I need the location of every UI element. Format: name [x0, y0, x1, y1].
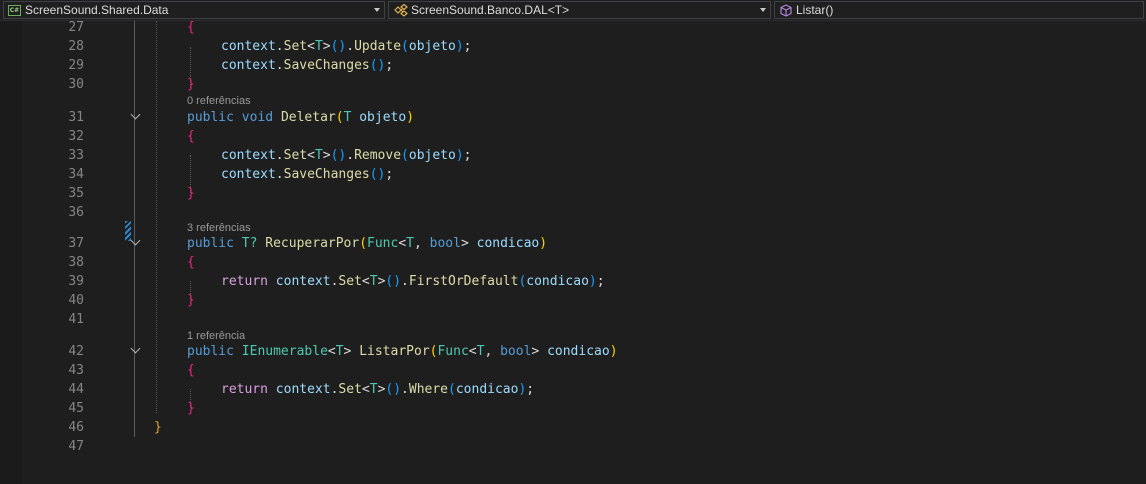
line-number: 44	[68, 382, 84, 397]
line-number: 28	[68, 39, 84, 54]
line-number: 43	[68, 363, 84, 378]
line-number: 47	[68, 439, 84, 454]
line-number: 40	[68, 293, 84, 308]
chevron-down-icon	[760, 8, 766, 12]
class-dropdown-label: ScreenSound.Banco.DAL<T>	[411, 3, 570, 17]
code-editor[interactable]: 27 { 28 context.Set<T>().Update(objeto);…	[22, 18, 1146, 484]
indent-guide-members	[156, 21, 157, 413]
line-number: 37	[68, 236, 84, 251]
code-line[interactable]: {	[187, 127, 195, 146]
project-dropdown-label: ScreenSound.Shared.Data	[25, 3, 169, 17]
line-number: 39	[68, 274, 84, 289]
collapse-chevron-icon[interactable]	[130, 343, 141, 354]
code-line[interactable]: {	[187, 18, 195, 37]
line-number: 27	[68, 20, 84, 35]
indent-guide-class	[134, 21, 135, 437]
class-dropdown[interactable]: ScreenSound.Banco.DAL<T>	[388, 1, 771, 19]
collapse-chevron-icon[interactable]	[130, 235, 141, 246]
line-number: 36	[68, 205, 84, 220]
csharp-project-icon: C#	[8, 4, 21, 16]
collapse-chevron-icon[interactable]	[130, 109, 141, 120]
line-number: 46	[68, 420, 84, 435]
left-margin	[0, 21, 22, 484]
code-line[interactable]: return context.Set<T>().Where(condicao);	[221, 380, 534, 399]
line-number: 38	[68, 255, 84, 270]
code-line[interactable]: public IEnumerable<T> ListarPor(Func<T, …	[187, 342, 618, 361]
line-number: 30	[68, 77, 84, 92]
code-line[interactable]: context.Set<T>().Update(objeto);	[221, 37, 472, 56]
line-number: 45	[68, 401, 84, 416]
member-dropdown-label: Listar()	[796, 3, 834, 17]
line-number: 33	[68, 148, 84, 163]
code-line[interactable]: {	[187, 361, 195, 380]
project-dropdown[interactable]: C# ScreenSound.Shared.Data	[3, 1, 385, 19]
navigation-bar: C# ScreenSound.Shared.Data ScreenSound.B…	[0, 0, 1146, 21]
line-number: 35	[68, 186, 84, 201]
code-line[interactable]: public void Deletar(T objeto)	[187, 108, 414, 127]
change-marker	[125, 221, 131, 241]
code-line[interactable]: }	[187, 75, 195, 94]
line-number: 34	[68, 167, 84, 182]
line-number: 31	[68, 110, 84, 125]
code-line[interactable]: context.SaveChanges();	[221, 165, 393, 184]
codelens-references[interactable]: 1 referência	[187, 329, 245, 343]
code-line[interactable]: }	[154, 418, 162, 437]
code-line[interactable]: context.SaveChanges();	[221, 56, 393, 75]
code-line[interactable]: context.Set<T>().Remove(objeto);	[221, 146, 472, 165]
code-line[interactable]: return context.Set<T>().FirstOrDefault(c…	[221, 272, 605, 291]
line-number: 32	[68, 129, 84, 144]
class-icon	[394, 3, 408, 17]
code-line[interactable]: }	[187, 184, 195, 203]
code-line[interactable]: public T? RecuperarPor(Func<T, bool> con…	[187, 234, 547, 253]
line-number: 29	[68, 58, 84, 73]
member-dropdown[interactable]: Listar()	[774, 1, 1144, 19]
code-line[interactable]: }	[187, 399, 195, 418]
line-number: 42	[68, 344, 84, 359]
chevron-down-icon	[374, 8, 380, 12]
method-cube-icon	[780, 3, 792, 17]
line-number: 41	[68, 312, 84, 327]
codelens-references[interactable]: 0 referências	[187, 94, 251, 108]
code-line[interactable]: }	[187, 291, 195, 310]
codelens-references[interactable]: 3 referências	[187, 221, 251, 235]
code-line[interactable]: {	[187, 253, 195, 272]
